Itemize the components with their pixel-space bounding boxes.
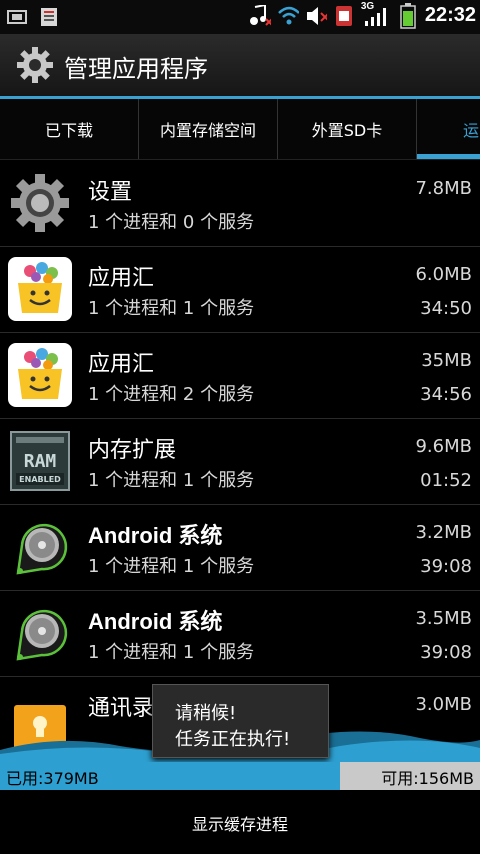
- page-title: 管理应用程序: [64, 55, 208, 83]
- tab-running[interactable]: 运: [417, 99, 480, 159]
- tab-downloaded[interactable]: 已下载: [0, 99, 139, 159]
- app-process-info: 1 个进程和 2 个服务: [88, 384, 255, 405]
- wifi-icon: [277, 5, 299, 27]
- gear-icon: [16, 46, 54, 84]
- tab-sd-card[interactable]: 外置SD卡: [278, 99, 417, 159]
- clock: 22:32: [424, 4, 476, 26]
- app-name: 应用汇: [88, 266, 155, 291]
- app-process-info: 1 个进程和 1 个服务: [88, 298, 255, 319]
- svg-text:RAM: RAM: [24, 451, 57, 472]
- list-item[interactable]: Android 系统 1 个进程和 1 个服务 3.5MB 39:08: [0, 590, 480, 677]
- app-name: Android 系统: [88, 523, 223, 548]
- app-size: 6.0MB: [415, 264, 472, 285]
- battery-icon: [397, 2, 419, 29]
- svg-text:ENABLED: ENABLED: [19, 475, 61, 484]
- app-size: 7.8MB: [415, 178, 472, 199]
- volume-muted-icon: [305, 5, 327, 27]
- app-runtime: 01:52: [420, 470, 472, 491]
- app-process-info: 1 个进程和 1 个服务: [88, 470, 255, 491]
- list-item[interactable]: 设置 1 个进程和 0 个服务 7.8MB: [0, 160, 480, 247]
- app-process-info: 1 个进程和 1 个服务: [88, 556, 255, 577]
- app-name: 通讯录: [88, 696, 155, 721]
- app-name: 设置: [88, 180, 133, 205]
- notification-icon: [38, 6, 60, 28]
- app-size: 3.0MB: [415, 694, 472, 715]
- app-name: Android 系统: [88, 609, 223, 634]
- network-type-label: 3G: [360, 0, 375, 12]
- music-muted-icon: [249, 4, 271, 27]
- list-item[interactable]: Android 系统 1 个进程和 1 个服务 3.2MB 39:08: [0, 504, 480, 591]
- app-name: 内存扩展: [88, 438, 177, 463]
- app-name: 应用汇: [88, 352, 155, 377]
- app-runtime: 34:50: [420, 298, 472, 319]
- list-item[interactable]: RAM ENABLED 内存扩展 1 个进程和 1 个服务 9.6MB 01:5…: [0, 418, 480, 505]
- list-item[interactable]: 应用汇 1 个进程和 2 个服务 35MB 34:56: [0, 332, 480, 419]
- list-item[interactable]: 应用汇 1 个进程和 1 个服务 6.0MB 34:50: [0, 246, 480, 333]
- app-process-info: 1 个进程和 0 个服务: [88, 212, 255, 233]
- status-bar: 3G 22:32: [0, 0, 480, 34]
- app-runtime: 39:08: [420, 642, 472, 663]
- ram-enabled-icon: RAM ENABLED: [8, 429, 72, 493]
- memory-used-label: 已用:379MB: [6, 769, 99, 788]
- tab-indicator: [417, 154, 480, 159]
- signal-icon: 3G: [361, 1, 391, 27]
- app-size: 3.2MB: [415, 522, 472, 543]
- show-cached-processes-button[interactable]: 显示缓存进程: [0, 792, 480, 854]
- app-runtime: 39:08: [420, 556, 472, 577]
- settings-icon: [8, 171, 72, 235]
- sim-card-icon: [333, 5, 355, 27]
- android-system-icon: [8, 515, 72, 579]
- appchina-icon: [8, 343, 72, 407]
- tab-internal-storage[interactable]: 内置存储空间: [139, 99, 278, 159]
- toast-line-1: 请稍候!: [175, 703, 237, 724]
- title-bar: 管理应用程序: [0, 34, 480, 99]
- app-size: 3.5MB: [415, 608, 472, 629]
- app-runtime: 34:56: [420, 384, 472, 405]
- app-size: 35MB: [421, 350, 472, 371]
- app-process-info: 1 个进程和 1 个服务: [88, 642, 255, 663]
- memory-free-label: 可用:156MB: [381, 769, 474, 788]
- android-system-icon: [8, 601, 72, 665]
- sim-icon: [6, 6, 28, 28]
- app-size: 9.6MB: [415, 436, 472, 457]
- appchina-icon: [8, 257, 72, 321]
- toast-line-2: 任务正在执行!: [175, 729, 291, 750]
- tab-bar: 已下载 内置存储空间 外置SD卡 运: [0, 99, 480, 160]
- toast-message: 请稍候! 任务正在执行!: [152, 684, 329, 758]
